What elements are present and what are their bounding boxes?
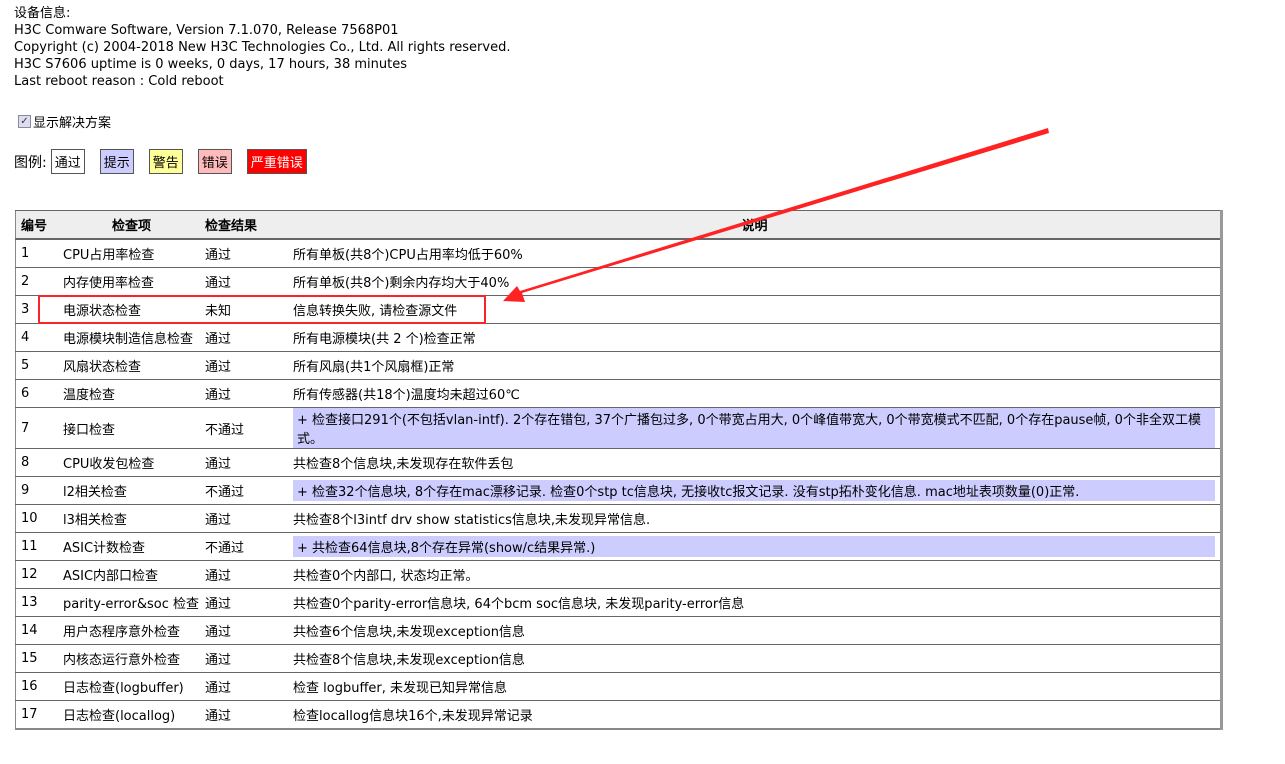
arrow-annotation (503, 128, 1049, 302)
arrow-icon (503, 128, 1049, 302)
